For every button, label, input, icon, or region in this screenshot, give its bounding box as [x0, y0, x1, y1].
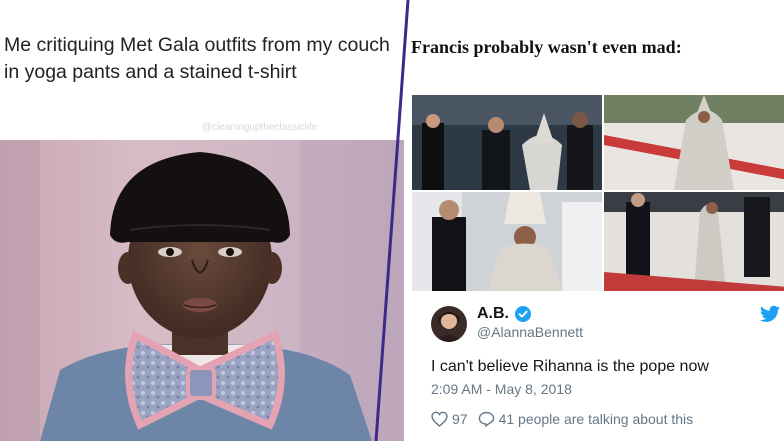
avatar[interactable]: [431, 306, 467, 342]
rihanna-photo-grid: [412, 95, 784, 291]
verified-badge-icon: [515, 306, 531, 322]
tweet-display-name[interactable]: A.B.: [477, 305, 509, 323]
photo-rihanna-mitre: [412, 192, 602, 291]
tweet-timestamp[interactable]: 2:09 AM - May 8, 2018: [431, 381, 572, 397]
twitter-bird-icon[interactable]: [760, 305, 780, 323]
meme-watermark: @cleaninguptheclassiclife: [202, 122, 318, 133]
heart-icon[interactable]: [431, 411, 448, 427]
tweet-handle[interactable]: @AlannaBennett: [477, 324, 583, 340]
right-meme-panel: Francis probably wasn't even mad: A.B. @…: [404, 0, 784, 441]
right-meme-caption: Francis probably wasn't even mad:: [411, 37, 682, 57]
left-meme-panel: Me critiquing Met Gala outfits from my c…: [0, 0, 404, 441]
tweet-stats: 97 41 people are talking about this: [431, 409, 693, 429]
tweet-text: I can't believe Rihanna is the pope now: [431, 358, 709, 375]
photo-rihanna-crowd: [604, 192, 784, 291]
speech-bubble-icon[interactable]: [478, 411, 495, 427]
bowl-cut-reaction-photo: [0, 140, 404, 441]
photo-rihanna-red-carpet: [604, 95, 784, 190]
photo-rihanna-arrival: [412, 95, 602, 190]
like-count: 97: [452, 411, 468, 427]
reply-count-text[interactable]: 41 people are talking about this: [499, 411, 694, 427]
left-meme-caption: Me critiquing Met Gala outfits from my c…: [4, 34, 390, 83]
